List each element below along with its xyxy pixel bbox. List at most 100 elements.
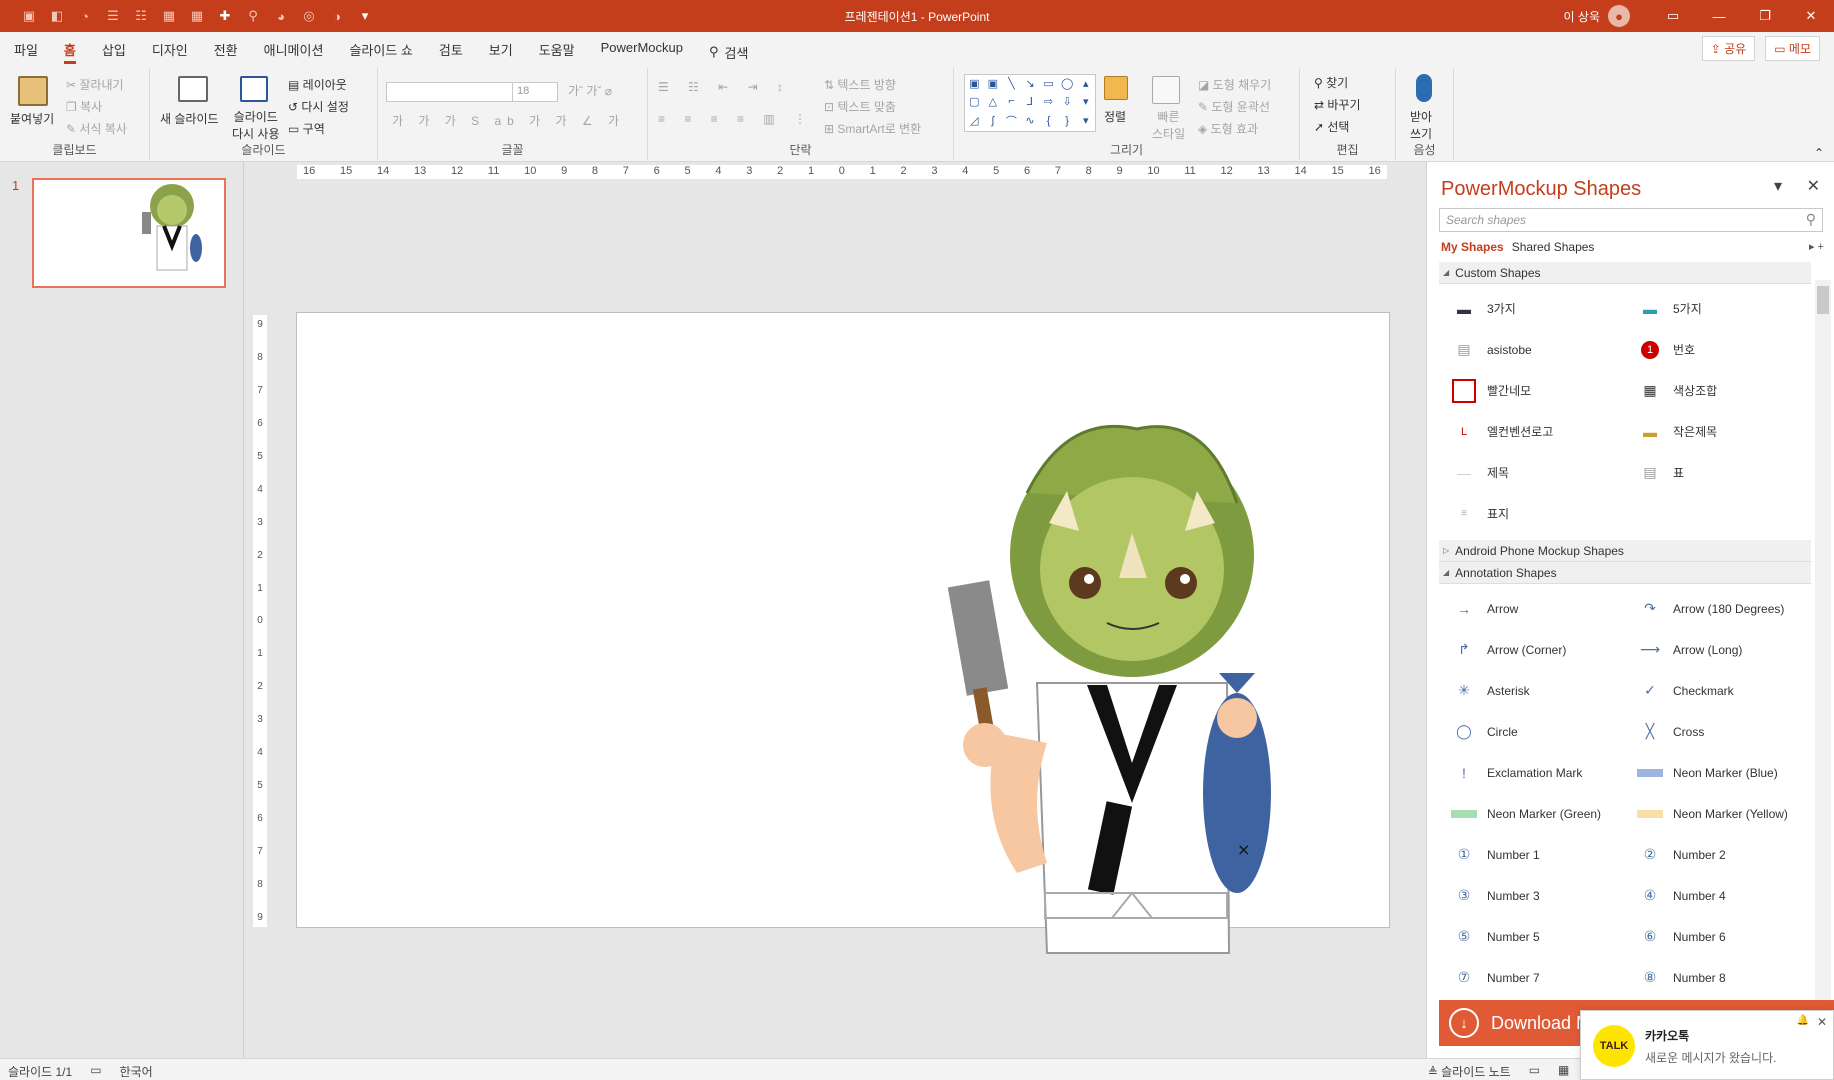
font-style-icons[interactable]: 가 가 가 S ab 가 가 ∠ 가	[392, 112, 625, 129]
arrow-line-shape-icon[interactable]: ↘	[1025, 77, 1034, 90]
triangle-shape-icon[interactable]: △	[989, 95, 997, 108]
shape-item[interactable]: ◯ Circle	[1439, 711, 1625, 752]
shape-item[interactable]: ↱ Arrow (Corner)	[1439, 629, 1625, 670]
oval-shape-icon[interactable]: ◯	[1061, 77, 1073, 90]
user-name[interactable]: 이 상욱	[1564, 8, 1600, 25]
font-name-input[interactable]	[386, 82, 518, 102]
font-grow-shrink-icon[interactable]: 가ˆ 가ˇ ⌀	[568, 82, 612, 99]
shape-item[interactable]: Neon Marker (Blue)	[1625, 752, 1811, 793]
reset-button[interactable]: ↺ 다시 설정	[288, 98, 349, 115]
panel-options-icon[interactable]: ▾	[1774, 176, 1782, 196]
section-annotation-shapes[interactable]: ◢ Annotation Shapes	[1439, 562, 1811, 584]
reuse-slides-icon[interactable]	[240, 76, 268, 102]
shape-item[interactable]: ⑦ Number 7	[1439, 957, 1625, 998]
tab-powermockup[interactable]: PowerMockup	[601, 40, 683, 64]
memo-button[interactable]: ▭ 메모	[1765, 36, 1820, 61]
paste-button[interactable]: 붙여넣기	[10, 110, 54, 127]
shape-item[interactable]: Neon Marker (Green)	[1439, 793, 1625, 834]
shape-item[interactable]: ③ Number 3	[1439, 875, 1625, 916]
shape-item[interactable]: ▬ 5가지	[1625, 288, 1811, 329]
scroll-up-icon[interactable]: ▴	[1083, 77, 1089, 90]
tab-help[interactable]: 도움말	[539, 40, 575, 64]
curve-shape-icon[interactable]: ∫	[991, 115, 994, 127]
tab-my-shapes[interactable]: My Shapes	[1441, 240, 1504, 254]
slide-sorter-icon[interactable]: ▦	[1558, 1063, 1569, 1080]
scroll-down-icon[interactable]: ▾	[1083, 95, 1089, 108]
minimize-icon[interactable]: —	[1696, 0, 1742, 32]
tab-view[interactable]: 보기	[489, 40, 513, 64]
shape-item[interactable]: ▬ 작은제목	[1625, 411, 1811, 452]
shape-fill-button[interactable]: ◪ 도형 채우기	[1198, 76, 1271, 93]
tab-insert[interactable]: 삽입	[102, 40, 126, 64]
tab-file[interactable]: 파일	[14, 40, 38, 64]
shape-item[interactable]: ✳ Asterisk	[1439, 670, 1625, 711]
shape-item[interactable]: ⟶ Arrow (Long)	[1625, 629, 1811, 670]
section-custom-shapes[interactable]: ◢ Custom Shapes	[1439, 262, 1811, 284]
shape-item[interactable]: ▬ 3가지	[1439, 288, 1625, 329]
shape-item[interactable]: ╳ Cross	[1625, 711, 1811, 752]
notes-button[interactable]: ≜ 슬라이드 노트	[1428, 1063, 1511, 1080]
quick-styles-icon[interactable]	[1152, 76, 1180, 104]
pin-icon[interactable]: 🔔	[1797, 1015, 1809, 1026]
shape-item[interactable]: ① Number 1	[1439, 834, 1625, 875]
shape-item[interactable]: ▤ 표	[1625, 452, 1811, 493]
kakaotalk-notification[interactable]: TALK 카카오톡 새로운 메시지가 왔습니다. 🔔 ✕	[1580, 1010, 1834, 1080]
reuse-slides-button[interactable]: 슬라이드 다시 사용	[232, 108, 280, 142]
rounded-rect-shape-icon[interactable]: ▢	[969, 95, 979, 108]
textbox-shape-icon[interactable]: ▣	[969, 77, 979, 90]
shape-item[interactable]: ⑥ Number 6	[1625, 916, 1811, 957]
panel-close-icon[interactable]: ✕	[1807, 176, 1820, 196]
replace-button[interactable]: ⇄ 바꾸기	[1314, 96, 1361, 113]
shape-item[interactable]: ⑤ Number 5	[1439, 916, 1625, 957]
shape-item[interactable]: ! Exclamation Mark	[1439, 752, 1625, 793]
shape-item[interactable]: Neon Marker (Yellow)	[1625, 793, 1811, 834]
shape-effects-button[interactable]: ◈ 도형 효과	[1198, 120, 1258, 137]
font-size-input[interactable]: 18	[512, 82, 558, 102]
arrange-icon[interactable]	[1104, 76, 1128, 100]
brace-right-shape-icon[interactable]: }	[1065, 115, 1069, 127]
slide-thumbnail[interactable]	[32, 178, 226, 288]
slide-canvas[interactable]: ×	[296, 312, 1390, 954]
tab-transitions[interactable]: 전환	[214, 40, 238, 64]
find-button[interactable]: ⚲ 찾기	[1314, 74, 1348, 91]
rect-shape-icon[interactable]: ▭	[1043, 77, 1053, 90]
list-icons[interactable]: ☰ ☷ ⇤ ⇥ ↕	[658, 80, 791, 94]
shape-item[interactable]: 빨간네모	[1439, 370, 1625, 411]
new-slide-button[interactable]: 새 슬라이드	[160, 110, 219, 127]
wave-shape-icon[interactable]: ∿	[1025, 114, 1034, 127]
cut-button[interactable]: ✂ 잘라내기	[66, 76, 124, 93]
search-icon[interactable]: ⚲	[1806, 211, 1816, 228]
restore-icon[interactable]: ❐	[1742, 0, 1788, 32]
shape-item[interactable]: ✓ Checkmark	[1625, 670, 1811, 711]
shape-item[interactable]: ↷ Arrow (180 Degrees)	[1625, 588, 1811, 629]
shape-item[interactable]: L 엘컨벤션로고	[1439, 411, 1625, 452]
tab-slideshow[interactable]: 슬라이드 쇼	[349, 40, 412, 64]
normal-view-icon[interactable]: ▭	[1529, 1063, 1540, 1080]
connector-shape-icon[interactable]: ⌐	[1008, 95, 1014, 107]
tab-shared-shapes[interactable]: Shared Shapes	[1512, 240, 1595, 254]
collapse-ribbon-icon[interactable]: ⌃	[1814, 146, 1824, 160]
quick-styles-button[interactable]: 빠른 스타일	[1152, 108, 1185, 142]
notification-close-icon[interactable]: ✕	[1817, 1015, 1827, 1029]
paste-icon[interactable]	[18, 76, 48, 106]
section-android-shapes[interactable]: ▷ Android Phone Mockup Shapes	[1439, 540, 1811, 562]
user-avatar-icon[interactable]: ●	[1608, 5, 1630, 27]
shape-outline-button[interactable]: ✎ 도형 윤곽선	[1198, 98, 1270, 115]
copy-button[interactable]: ❐ 복사	[66, 98, 102, 115]
format-painter-button[interactable]: ✎ 서식 복사	[66, 120, 127, 137]
shapes-gallery[interactable]: ▣ ▣ ╲ ↘ ▭ ◯ ▴ ▢ △ ⌐ ⅃ ⇨ ⇩ ▾ ◿ ∫ ⌒ ∿ {} ▾	[964, 74, 1096, 132]
elbow-shape-icon[interactable]: ⅃	[1027, 95, 1033, 108]
more-shapes-icon[interactable]: ▾	[1083, 114, 1089, 127]
shape-item[interactable]: ② Number 2	[1625, 834, 1811, 875]
shape-item[interactable]: → Arrow	[1439, 588, 1625, 629]
close-window-icon[interactable]: ✕	[1788, 0, 1834, 32]
text-direction-button[interactable]: ⇅ 텍스트 방향	[824, 76, 896, 93]
tell-me-search[interactable]: ⚲ 검색	[709, 40, 748, 64]
shape-item[interactable]: ⑧ Number 8	[1625, 957, 1811, 998]
scrollbar-thumb[interactable]	[1817, 286, 1829, 314]
smartart-button[interactable]: ⊞ SmartArt로 변환	[824, 120, 921, 137]
chef-character-image[interactable]: ×	[937, 373, 1327, 993]
shape-search-input[interactable]: Search shapes ⚲	[1439, 208, 1823, 232]
layout-button[interactable]: ▤ 레이아웃	[288, 76, 347, 93]
shape-item[interactable]: ▤ asistobe	[1439, 329, 1625, 370]
